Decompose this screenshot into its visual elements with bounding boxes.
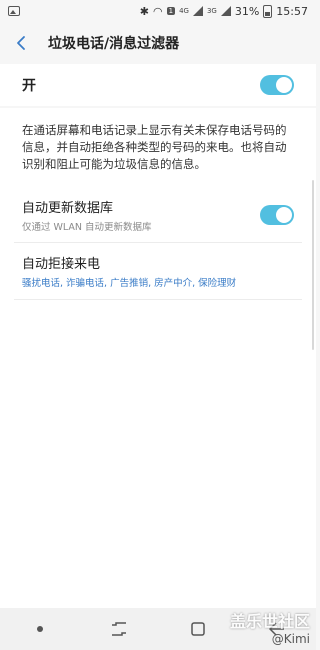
auto-reject-row[interactable]: 自动拒接来电 骚扰电话, 诈骗电话, 广告推销, 房产中介, 保险理财 [0, 243, 316, 299]
auto-update-row[interactable]: 自动更新数据库 仅通过 WLAN 自动更新数据库 [0, 188, 316, 242]
wifi-icon: ◠ [152, 4, 163, 18]
battery-percent: 31% [234, 4, 260, 18]
watermark-title: 盖乐世社区 [229, 612, 310, 631]
battery-icon [263, 4, 273, 18]
auto-reject-subtitle: 骚扰电话, 诈骗电话, 广告推销, 房产中介, 保险理财 [22, 278, 237, 289]
watermark-user: @Kimi [271, 632, 310, 646]
signal-icon-2 [220, 6, 231, 16]
dot-icon [36, 626, 43, 632]
bluetooth-icon: ✱ [139, 4, 149, 18]
home-icon [190, 622, 205, 636]
filter-description: 在通话屏幕和电话记录上显示有关未保存电话号码的信息，并自动拒绝各种类型的号码的来… [22, 123, 287, 171]
back-button[interactable] [0, 22, 44, 64]
auto-reject-title: 自动拒接来电 [22, 257, 101, 272]
toggle-knob [275, 76, 293, 94]
page-title: 垃圾电话/消息过滤器 [48, 36, 180, 52]
sim-icon: 1 [166, 7, 176, 15]
watermark: 盖乐世社区 @Kimi [230, 608, 310, 646]
network-type-badge: 4G [179, 7, 189, 15]
app-header: 垃圾电话/消息过滤器 [0, 22, 316, 64]
back-arrow-icon [17, 36, 25, 50]
master-switch-label: 开 [22, 78, 36, 94]
master-switch-card: 开 [0, 64, 316, 106]
settings-card: 在通话屏幕和电话记录上显示有关未保存电话号码的信息，并自动拒绝各种类型的号码的来… [0, 108, 316, 608]
auto-update-subtitle: 仅通过 WLAN 自动更新数据库 [22, 222, 152, 233]
clock: 15:57 [276, 4, 308, 18]
nav-dot-button[interactable] [20, 609, 60, 649]
master-toggle[interactable] [260, 75, 294, 95]
network-type-badge-2: 3G [206, 7, 217, 15]
auto-update-title: 自动更新数据库 [22, 201, 114, 216]
toggle-knob [275, 206, 293, 224]
auto-update-toggle[interactable] [260, 205, 294, 225]
scrollbar[interactable] [312, 180, 314, 350]
recents-button[interactable] [99, 609, 139, 649]
status-bar: ✱ ◠ 1 4G 3G 31% 15:57 [0, 0, 316, 22]
recents-icon [111, 622, 126, 636]
master-switch-row[interactable]: 开 [0, 64, 316, 106]
gallery-notification-icon [8, 6, 20, 16]
home-button[interactable] [178, 609, 218, 649]
signal-icon [192, 6, 203, 16]
divider [14, 299, 302, 300]
